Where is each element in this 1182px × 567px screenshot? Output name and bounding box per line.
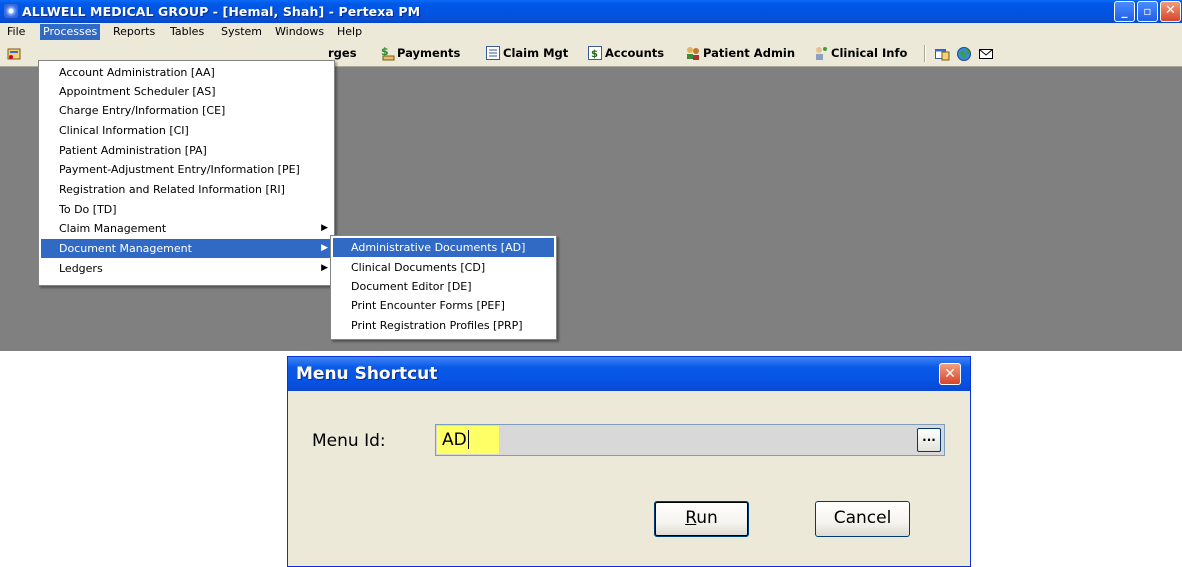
menu-tables[interactable]: Tables	[167, 24, 207, 40]
svg-text:$: $	[591, 49, 598, 60]
submenu-arrow-icon: ▶	[321, 223, 328, 233]
title-bar[interactable]: ALLWELL MEDICAL GROUP - [Hemal, Shah] - …	[0, 0, 1182, 23]
window-icon[interactable]	[934, 46, 950, 62]
run-button[interactable]: Run	[654, 501, 749, 537]
toolbar-claim-mgt-label: Claim Mgt	[503, 46, 569, 60]
menu-item-account-administration[interactable]: Account Administration [AA]	[41, 63, 332, 82]
processes-menu: Account Administration [AA] Appointment …	[38, 60, 335, 286]
cancel-button[interactable]: Cancel	[815, 501, 910, 537]
menu-item-patient-administration[interactable]: Patient Administration [PA]	[41, 141, 332, 160]
cancel-button-label: Cancel	[833, 508, 892, 528]
menu-item-claim-management[interactable]: Claim Management ▶	[41, 219, 332, 238]
dialog-close-button[interactable]: ✕	[939, 363, 961, 385]
menu-item-label: Clinical Information [CI]	[59, 124, 189, 137]
menu-item-ledgers[interactable]: Ledgers ▶	[41, 259, 332, 278]
menu-item-appointment-scheduler[interactable]: Appointment Scheduler [AS]	[41, 82, 332, 101]
browse-button[interactable]: ...	[917, 428, 941, 452]
app-icon[interactable]	[4, 4, 18, 18]
toolbar-shortcut-icon[interactable]	[6, 46, 22, 62]
menu-help[interactable]: Help	[334, 24, 365, 40]
submenu-arrow-icon: ▶	[321, 263, 328, 273]
submenu-item-administrative-documents[interactable]: Administrative Documents [AD]	[333, 238, 554, 257]
menu-item-label: Charge Entry/Information [CE]	[59, 104, 226, 117]
menu-item-label: Appointment Scheduler [AS]	[59, 85, 216, 98]
toolbar-accounts-label: Accounts	[605, 46, 665, 60]
submenu-arrow-icon: ▶	[321, 243, 328, 253]
menu-item-label: Ledgers	[59, 262, 103, 275]
submenu-item-clinical-documents[interactable]: Clinical Documents [CD]	[333, 258, 554, 277]
claim-mgt-icon	[485, 45, 501, 61]
clinical-info-icon	[813, 45, 829, 61]
menu-item-label: Administrative Documents [AD]	[351, 241, 526, 254]
menu-item-label: Clinical Documents [CD]	[351, 261, 486, 274]
toolbar-clinical-info-button[interactable]: Clinical Info	[813, 44, 907, 62]
mail-icon[interactable]	[978, 46, 994, 62]
close-icon: ✕	[944, 366, 956, 382]
menu-item-label: To Do [TD]	[59, 203, 117, 216]
main-window: ALLWELL MEDICAL GROUP - [Hemal, Shah] - …	[0, 0, 1182, 351]
menu-item-label: Document Editor [DE]	[351, 280, 472, 293]
patient-admin-icon	[685, 45, 701, 61]
menu-system[interactable]: System	[218, 24, 265, 40]
menu-item-label: Claim Management	[59, 222, 167, 235]
menu-item-clinical-information[interactable]: Clinical Information [CI]	[41, 121, 332, 140]
menu-id-input[interactable]: AD ...	[435, 424, 945, 456]
dialog-title: Menu Shortcut	[296, 364, 438, 384]
toolbar-patient-admin-label: Patient Admin	[703, 46, 796, 60]
document-management-submenu: Administrative Documents [AD] Clinical D…	[330, 235, 557, 340]
menu-item-label: Print Encounter Forms [PEF]	[351, 299, 505, 312]
run-button-label: Run	[685, 508, 718, 528]
menu-reports[interactable]: Reports	[110, 24, 158, 40]
menu-shortcut-dialog: Menu Shortcut ✕ Menu Id: AD ... Run Canc…	[287, 356, 971, 567]
maximize-button[interactable]: ▫	[1137, 1, 1158, 22]
menu-id-value: AD	[442, 425, 469, 455]
menu-item-charge-entry[interactable]: Charge Entry/Information [CE]	[41, 101, 332, 120]
menu-id-value-text: AD	[442, 430, 467, 450]
menu-item-label: Document Management	[59, 242, 192, 255]
menu-processes[interactable]: Processes	[40, 24, 101, 40]
menu-item-label: Payment-Adjustment Entry/Information [PE…	[59, 163, 300, 176]
toolbar-accounts-button[interactable]: $ Accounts	[587, 44, 664, 62]
menu-item-payment-adjustment[interactable]: Payment-Adjustment Entry/Information [PE…	[41, 160, 332, 179]
toolbar-patient-admin-button[interactable]: Patient Admin	[685, 44, 795, 62]
accounts-icon: $	[587, 45, 603, 61]
toolbar-claim-mgt-button[interactable]: Claim Mgt	[485, 44, 568, 62]
toolbar-charges-label: rges	[328, 46, 357, 60]
menu-id-label: Menu Id:	[312, 431, 386, 451]
menu-windows[interactable]: Windows	[272, 24, 327, 40]
menu-item-label: Patient Administration [PA]	[59, 144, 207, 157]
menu-file[interactable]: File	[4, 24, 28, 40]
toolbar-clinical-info-label: Clinical Info	[831, 46, 908, 60]
menu-item-to-do[interactable]: To Do [TD]	[41, 200, 332, 219]
submenu-item-print-encounter-forms[interactable]: Print Encounter Forms [PEF]	[333, 296, 554, 315]
payments-icon: $	[379, 45, 395, 61]
submenu-item-document-editor[interactable]: Document Editor [DE]	[333, 277, 554, 296]
window-title: ALLWELL MEDICAL GROUP - [Hemal, Shah] - …	[22, 4, 421, 19]
menu-item-label: Account Administration [AA]	[59, 66, 215, 79]
menu-item-label: Registration and Related Information [RI…	[59, 183, 285, 196]
menu-item-registration[interactable]: Registration and Related Information [RI…	[41, 180, 332, 199]
text-caret	[467, 429, 469, 449]
toolbar-payments-button[interactable]: $ Payments	[379, 44, 460, 62]
menu-item-label: Print Registration Profiles [PRP]	[351, 319, 523, 332]
minimize-button[interactable]: _	[1114, 1, 1135, 22]
menu-item-document-management[interactable]: Document Management ▶	[41, 239, 332, 258]
submenu-item-print-registration-profiles[interactable]: Print Registration Profiles [PRP]	[333, 316, 554, 335]
close-button[interactable]: ✕	[1160, 1, 1181, 22]
dialog-title-bar[interactable]: Menu Shortcut ✕	[288, 357, 970, 391]
toolbar-payments-label: Payments	[397, 46, 461, 60]
globe-icon[interactable]	[956, 46, 972, 62]
toolbar-separator	[924, 45, 926, 62]
menu-bar: File Processes Reports Tables System Win…	[0, 23, 1182, 41]
